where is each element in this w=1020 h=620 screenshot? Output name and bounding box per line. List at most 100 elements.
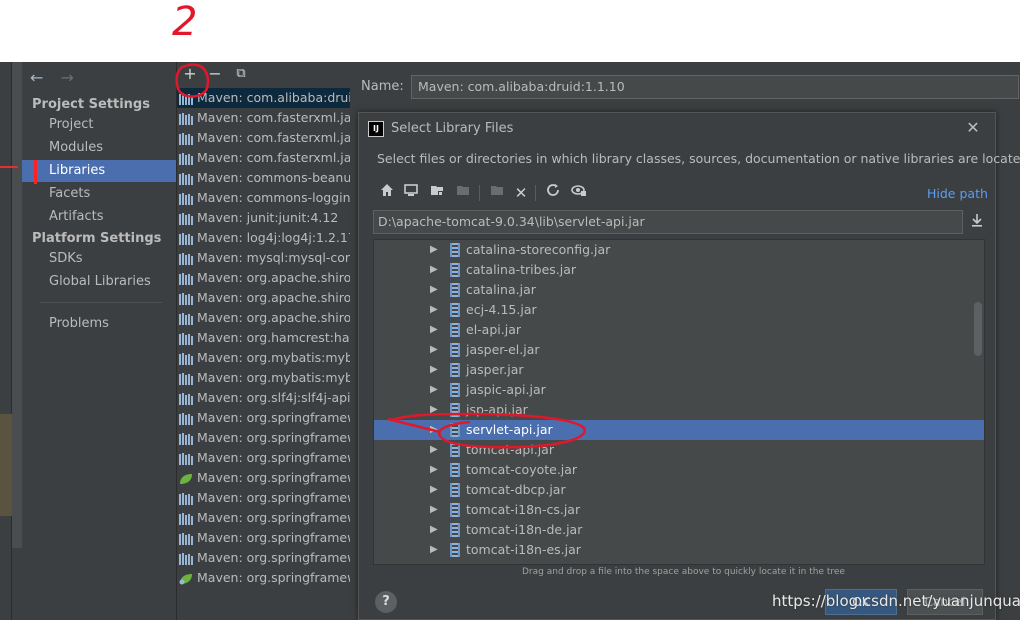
hide-path-link[interactable]: Hide path — [927, 186, 988, 201]
tree-scrollbar[interactable] — [974, 302, 982, 356]
expand-arrow-icon[interactable]: ▶ — [430, 280, 438, 300]
file-tree[interactable]: ▶ tomcat-i18n-es.jar ▶ tomcat-i18n-de.jar ▶ t… — [373, 239, 985, 565]
expand-arrow-icon[interactable]: ▶ — [430, 320, 438, 340]
tree-row[interactable]: ▶ tomcat-i18n-de.jar — [374, 520, 984, 540]
tree-row[interactable]: ▶ catalina-storeconfig.jar — [374, 240, 984, 260]
tree-row[interactable]: ▶ jasper-el.jar — [374, 340, 984, 360]
remove-library-button[interactable]: − — [205, 63, 225, 85]
nav-item-project[interactable]: Project — [22, 114, 176, 136]
library-row[interactable]: Maven: org.slf4j:slf4j-api:1 — [177, 388, 351, 408]
tree-row[interactable]: ▶ tomcat-dbcp.jar — [374, 480, 984, 500]
drag-drop-hint: Drag and drop a file into the space abov… — [522, 567, 845, 577]
path-field[interactable]: D:\apache-tomcat-9.0.34\lib\servlet-api.… — [373, 210, 963, 234]
library-row[interactable]: Maven: org.springframework — [177, 488, 351, 508]
jar-file-icon — [450, 343, 460, 357]
library-row[interactable]: Maven: com.alibaba:druid:1.1.10 — [177, 88, 351, 108]
nav-item-libraries[interactable]: Libraries — [22, 160, 176, 182]
library-row[interactable]: Maven: com.fasterxml.jackson — [177, 148, 351, 168]
library-row[interactable]: Maven: com.fasterxml.jackson — [177, 108, 351, 128]
nav-divider — [40, 302, 162, 303]
library-row[interactable]: Maven: junit:junit:4.12 — [177, 208, 351, 228]
tree-row[interactable]: ▶ jaspic-api.jar — [374, 380, 984, 400]
left-scrollbar[interactable] — [12, 62, 22, 548]
expand-arrow-icon[interactable]: ▶ — [430, 520, 438, 540]
library-row[interactable]: Maven: org.springframework — [177, 428, 351, 448]
nav-item-sdks[interactable]: SDKs — [22, 248, 176, 270]
library-row[interactable]: Maven: org.apache.shiro:shiro — [177, 308, 351, 328]
tree-row[interactable]: ▶ jsp-api.jar — [374, 400, 984, 420]
tree-row[interactable]: ▶ jasper.jar — [374, 360, 984, 380]
nav-item-global-libraries[interactable]: Global Libraries — [22, 271, 176, 293]
library-row-label: Maven: org.mybatis:mybatis — [197, 370, 351, 385]
refresh-icon[interactable] — [543, 183, 563, 203]
expand-arrow-icon[interactable]: ▶ — [430, 380, 438, 400]
desktop-icon[interactable] — [401, 183, 421, 203]
expand-arrow-icon[interactable]: ▶ — [430, 340, 438, 360]
library-row[interactable]: Maven: org.springframework — [177, 408, 351, 428]
nav-item-problems[interactable]: Problems — [22, 313, 176, 335]
delete-icon[interactable]: ✕ — [511, 183, 531, 203]
library-row[interactable]: Maven: log4j:log4j:1.2.17 — [177, 228, 351, 248]
copy-library-button[interactable]: ⧉ — [231, 63, 251, 85]
expand-arrow-icon[interactable]: ▶ — [430, 500, 438, 520]
show-hidden-icon[interactable] — [569, 183, 589, 203]
library-row[interactable]: Maven: com.fasterxml.jackson — [177, 128, 351, 148]
jar-file-icon — [450, 523, 460, 537]
nav-item-artifacts[interactable]: Artifacts — [22, 206, 176, 228]
tree-row-label: tomcat-coyote.jar — [466, 462, 578, 477]
forward-arrow-icon[interactable]: → — [61, 68, 74, 87]
expand-arrow-icon[interactable]: ▶ — [430, 540, 438, 560]
tree-row[interactable]: ▶ servlet-api.jar — [374, 420, 984, 440]
library-row[interactable]: Maven: org.mybatis:mybatis — [177, 348, 351, 368]
library-row[interactable]: Maven: commons-logging — [177, 188, 351, 208]
expand-arrow-icon[interactable]: ▶ — [430, 400, 438, 420]
close-icon[interactable]: ✕ — [964, 118, 982, 138]
nav-item-modules[interactable]: Modules — [22, 137, 176, 159]
tree-row[interactable]: ▶ tomcat-coyote.jar — [374, 460, 984, 480]
jar-file-icon — [450, 303, 460, 317]
add-library-button[interactable]: + — [180, 63, 200, 85]
library-row[interactable]: Maven: org.springframework — [177, 548, 351, 568]
library-row[interactable]: Maven: org.springframework — [177, 448, 351, 468]
library-row-label: Maven: org.springframework — [197, 410, 351, 425]
watermark-text: https://blog.csdn.net/yuanjunquan — [772, 592, 1020, 610]
expand-arrow-icon[interactable]: ▶ — [430, 240, 438, 260]
expand-arrow-icon[interactable]: ▶ — [430, 300, 438, 320]
project-folder-icon[interactable] — [427, 183, 447, 203]
tree-row[interactable]: ▶ tomcat-i18n-es.jar — [374, 540, 984, 560]
jar-file-icon — [450, 363, 460, 377]
tree-row[interactable]: ▶ el-api.jar — [374, 320, 984, 340]
nav-item-facets[interactable]: Facets — [22, 183, 176, 205]
library-row[interactable]: Maven: org.hamcrest:hamcrest — [177, 328, 351, 348]
download-icon[interactable] — [969, 213, 985, 231]
library-row[interactable]: Maven: org.springframework — [177, 528, 351, 548]
back-arrow-icon[interactable]: ← — [30, 68, 43, 87]
library-row[interactable]: Maven: org.springframework — [177, 468, 351, 488]
tree-row[interactable]: ▶ ecj-4.15.jar — [374, 300, 984, 320]
library-row[interactable]: Maven: org.apache.shiro:shiro — [177, 288, 351, 308]
library-row[interactable]: Maven: org.mybatis:mybatis — [177, 368, 351, 388]
tree-row[interactable]: ▶ tomcat-api.jar — [374, 440, 984, 460]
library-row[interactable]: Maven: mysql:mysql-connector — [177, 248, 351, 268]
tree-row[interactable]: ▶ catalina-tribes.jar — [374, 260, 984, 280]
expand-arrow-icon[interactable]: ▶ — [430, 480, 438, 500]
expand-arrow-icon[interactable]: ▶ — [430, 260, 438, 280]
expand-arrow-icon[interactable]: ▶ — [430, 360, 438, 380]
tree-row[interactable]: ▶ catalina.jar — [374, 280, 984, 300]
home-icon[interactable] — [377, 183, 397, 203]
library-row-label: Maven: com.fasterxml.jackson — [197, 110, 351, 125]
tree-row[interactable]: ▶ tomcat-i18n-cs.jar — [374, 500, 984, 520]
library-row[interactable]: Maven: commons-beanutils — [177, 168, 351, 188]
library-row[interactable]: Maven: org.springframework — [177, 508, 351, 528]
settings-nav: ← → Project Settings Project Modules Lib… — [22, 62, 176, 620]
expand-arrow-icon[interactable]: ▶ — [430, 420, 438, 440]
library-name-field[interactable]: Maven: com.alibaba:druid:1.1.10 — [411, 75, 1019, 99]
help-button[interactable]: ? — [375, 591, 397, 613]
module-folder-icon[interactable] — [453, 183, 473, 203]
library-row[interactable]: Maven: org.apache.shiro:shiro — [177, 268, 351, 288]
expand-arrow-icon[interactable]: ▶ — [430, 440, 438, 460]
library-row[interactable]: Maven: org.springframework — [177, 568, 351, 588]
library-row-label: Maven: junit:junit:4.12 — [197, 210, 339, 225]
new-folder-icon[interactable] — [487, 183, 507, 203]
expand-arrow-icon[interactable]: ▶ — [430, 460, 438, 480]
